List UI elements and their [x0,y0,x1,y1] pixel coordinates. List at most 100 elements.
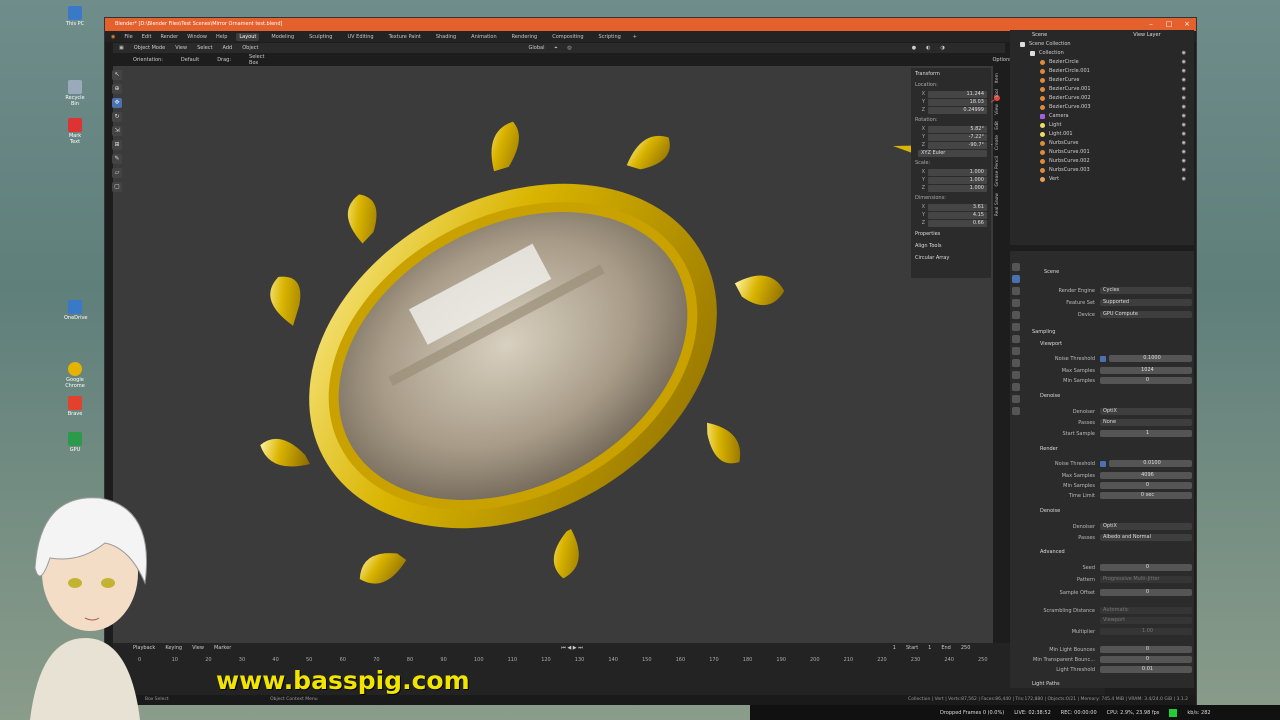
end-field[interactable]: 250 [961,645,971,651]
scene-tab-icon[interactable] [1012,311,1020,319]
outliner-item[interactable]: BezierCircle ◉ [1010,58,1194,67]
desktop-icon-recycle-bin[interactable]: Recycle Bin [64,80,86,107]
tab-scripting[interactable]: Scripting [596,33,624,41]
location-x-value[interactable]: 11.244 [928,91,987,98]
feature-set-select[interactable]: Supported [1100,299,1192,306]
dimensions-y-value[interactable]: 4.15 [928,212,987,219]
output-tab-icon[interactable] [1012,287,1020,295]
vp-start-sample-field[interactable]: 1 [1100,430,1192,437]
eye-icon[interactable]: ◉ [1182,112,1186,121]
vp-noise-threshold-field[interactable]: 0.1000 [1109,355,1192,362]
desktop-icon-gpu[interactable]: GPU [64,432,86,453]
tab-grease-pencil[interactable]: Grease Pencil [995,156,1000,186]
r-max-samples-field[interactable]: 4096 [1100,472,1192,479]
outliner-item[interactable]: BezierCurve.001 ◉ [1010,85,1194,94]
view-layer-select[interactable]: View Layer [1133,32,1160,38]
render-tab-icon[interactable] [1012,275,1020,283]
r-noise-threshold-field[interactable]: 0.0100 [1109,460,1192,467]
view-layer-tab-icon[interactable] [1012,299,1020,307]
shading-solid-icon[interactable]: ● [912,45,916,51]
tab-modeling[interactable]: Modeling [268,33,297,41]
eye-icon[interactable]: ◉ [1182,175,1186,184]
physics-tab-icon[interactable] [1012,371,1020,379]
eye-icon[interactable]: ◉ [1182,58,1186,67]
mode-select[interactable]: Object Mode [134,45,166,51]
menu-timeline-view[interactable]: View [192,645,204,651]
cursor-tool-icon[interactable]: ⊕ [112,84,122,94]
outliner-item[interactable]: Light.001 ◉ [1010,130,1194,139]
r-min-samples-field[interactable]: 0 [1100,482,1192,489]
desktop-icon-onedrive[interactable]: OneDrive [64,300,88,321]
tab-sculpting[interactable]: Sculpting [306,33,335,41]
menu-select[interactable]: Select [197,45,212,51]
time-limit-field[interactable]: 0 sec [1100,492,1192,499]
viewport-subpanel[interactable]: Viewport [1040,341,1062,347]
blender-logo-icon[interactable]: ◉ [111,34,115,40]
menu-file[interactable]: File [124,34,132,40]
tab-animation[interactable]: Animation [468,33,500,41]
menu-window[interactable]: Window [187,34,207,40]
scene-select[interactable]: Scene [1032,32,1047,38]
eye-icon[interactable]: ◉ [1182,157,1186,166]
menu-marker[interactable]: Marker [214,645,231,651]
dimensions-y[interactable]: Y 4.15 [915,212,987,219]
outliner-item[interactable]: Vert ◉ [1010,175,1194,184]
vp-passes-select[interactable]: None [1100,419,1192,426]
eye-icon[interactable]: ◉ [1182,103,1186,112]
eye-icon[interactable]: ◉ [1182,94,1186,103]
object-tab-icon[interactable] [1012,335,1020,343]
rotation-x[interactable]: X 5.82° [915,126,987,133]
scale-y-value[interactable]: 1.000 [928,177,987,184]
outliner-item[interactable]: BezierCurve.002 ◉ [1010,94,1194,103]
dimensions-z-value[interactable]: 0.66 [928,220,987,227]
sample-offset-field[interactable]: 0 [1100,589,1192,596]
outliner-item[interactable]: Camera ◉ [1010,112,1194,121]
transform-orientation-select[interactable]: Global [529,45,545,51]
viewport-checkbox[interactable]: Viewport [1100,617,1192,624]
min-transparent-field[interactable]: 0 [1100,656,1192,663]
tab-compositing[interactable]: Compositing [549,33,586,41]
section-properties[interactable]: Properties [911,228,991,240]
multiplier-field[interactable]: 1.00 [1100,628,1192,635]
outliner-item[interactable]: BezierCurve ◉ [1010,76,1194,85]
device-select[interactable]: GPU Compute [1100,311,1192,318]
location-y[interactable]: Y 18.03 [915,99,987,106]
scale-z[interactable]: Z 1.000 [915,185,987,192]
rotation-z[interactable]: Z -90.7° [915,142,987,149]
tab-create[interactable]: Create [995,135,1000,150]
outliner-item[interactable]: NurbsCurve.001 ◉ [1010,148,1194,157]
data-tab-icon[interactable] [1012,395,1020,403]
eye-icon[interactable]: ◉ [1182,130,1186,139]
shading-rendered-icon[interactable]: ◑ [940,45,944,51]
tab-item[interactable]: Item [995,73,1000,83]
outliner-scene-collection[interactable]: Scene Collection [1010,40,1194,49]
outliner-collection[interactable]: Collection ◉ [1010,49,1194,58]
3d-viewport[interactable] [113,66,993,644]
drag-select[interactable]: Select Box [249,54,264,66]
proportional-edit-icon[interactable]: ◎ [567,45,571,51]
snap-icon[interactable]: ⌖ [554,45,557,51]
shading-material-icon[interactable]: ◐ [926,45,930,51]
outliner-item[interactable]: Light ◉ [1010,121,1194,130]
scale-x[interactable]: X 1.000 [915,169,987,176]
material-tab-icon[interactable] [1012,407,1020,415]
world-tab-icon[interactable] [1012,323,1020,331]
sampling-panel[interactable]: Sampling [1032,329,1055,335]
scale-tool-icon[interactable]: ⇲ [112,126,122,136]
tab-view[interactable]: View [995,104,1000,115]
pattern-select[interactable]: Progressive Multi-Jitter [1100,576,1192,583]
menu-add[interactable]: Add [223,45,233,51]
seed-field[interactable]: 0 [1100,564,1192,571]
menu-render[interactable]: Render [160,34,178,40]
transform-tool-icon[interactable]: ⊞ [112,140,122,150]
modifier-tab-icon[interactable] [1012,347,1020,355]
measure-tool-icon[interactable]: ▱ [112,168,122,178]
options-button[interactable]: Options [992,57,1011,63]
automatic-checkbox[interactable]: Automatic [1100,607,1192,614]
rotate-tool-icon[interactable]: ↻ [112,112,122,122]
render-subpanel[interactable]: Render [1040,446,1058,452]
menu-keying[interactable]: Keying [165,645,182,651]
noise-threshold-checkbox[interactable] [1100,460,1106,467]
outliner-item[interactable]: BezierCurve.003 ◉ [1010,103,1194,112]
noise-threshold-checkbox[interactable] [1100,355,1106,362]
